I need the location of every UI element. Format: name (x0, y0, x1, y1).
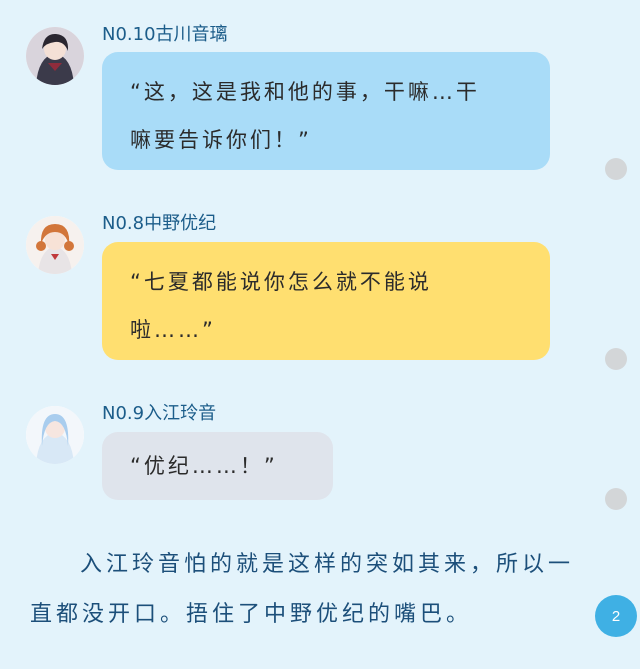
more-dot-icon[interactable] (605, 348, 627, 370)
narration-text: 入江玲音怕的就是这样的突如其来，所以一 直都没开口。捂住了中野优纪的嘴巴。 (30, 540, 590, 640)
speaker-name: N0.9入江玲音 (102, 403, 217, 424)
bubble-line: 啦……” (130, 318, 216, 342)
narration-line: 直都没开口。捂住了中野优纪的嘴巴。 (30, 602, 473, 627)
bubble-line: “优纪……！” (130, 454, 278, 478)
more-dot-icon[interactable] (605, 488, 627, 510)
bubble-line: 嘛要告诉你们！” (130, 128, 312, 152)
speech-bubble: “七夏都能说你怎么就不能说 啦……” (102, 242, 550, 360)
narration-line: 入江玲音怕的就是这样的突如其来，所以一 (80, 552, 575, 577)
avatar-irie[interactable] (26, 406, 84, 464)
bubble-line: “七夏都能说你怎么就不能说 (130, 270, 432, 294)
speech-bubble: “优纪……！” (102, 432, 333, 500)
avatar-nakano[interactable] (26, 216, 84, 274)
speaker-name: N0.8中野优纪 (102, 213, 217, 234)
avatar-furukawa[interactable] (26, 27, 84, 85)
page-number-badge[interactable]: 2 (595, 595, 637, 637)
speaker-name: N0.10古川音璃 (102, 24, 228, 45)
more-dot-icon[interactable] (605, 158, 627, 180)
speech-bubble: “这，这是我和他的事，干嘛…干 嘛要告诉你们！” (102, 52, 550, 170)
bubble-line: “这，这是我和他的事，干嘛…干 (130, 80, 480, 104)
